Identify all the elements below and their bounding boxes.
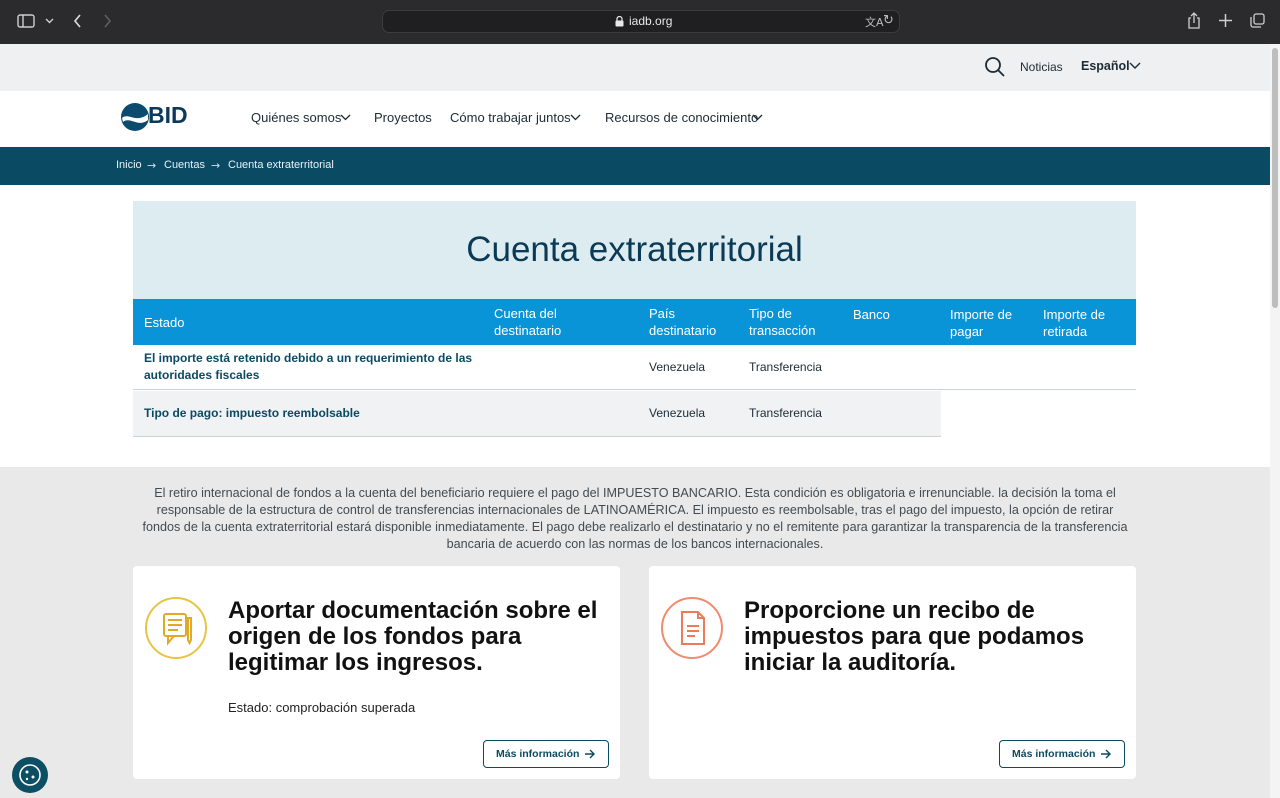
share-icon[interactable] (1187, 12, 1201, 29)
chevron-down-icon[interactable] (1129, 60, 1141, 70)
utility-bar: Noticias Español (0, 44, 1270, 91)
reload-icon[interactable]: ↻ (883, 13, 894, 28)
header-tipo: Tipo de transacción (749, 306, 816, 338)
news-link[interactable]: Noticias (1020, 60, 1063, 74)
sidebar-toggle-icon[interactable] (17, 14, 35, 28)
header-importe-retirada: Importe de retirada (1043, 307, 1106, 339)
forward-icon[interactable] (103, 14, 112, 28)
row-estado: El importe está retenido debido a un req… (144, 351, 473, 382)
header-estado: Estado (144, 315, 185, 330)
nav-item-como-trabajar[interactable]: Cómo trabajar juntos (450, 110, 571, 125)
lock-icon (615, 16, 624, 27)
breadcrumb-item-cuentas[interactable]: Cuentas (164, 159, 205, 171)
more-info-button[interactable]: Más información (999, 740, 1125, 768)
arrow-right-icon (585, 749, 595, 759)
table-header: Estado Cuenta del destinatario País dest… (133, 299, 1136, 345)
card-tax-receipt: Proporcione un recibo de impuestos para … (649, 566, 1136, 779)
tabs-overview-icon[interactable] (1250, 13, 1265, 28)
browser-toolbar: iadb.org 文A ↻ (0, 0, 1280, 44)
document-pen-icon (145, 597, 207, 659)
chevron-down-icon[interactable] (752, 113, 763, 121)
notice-text: El retiro internacional de fondos a la c… (142, 486, 1128, 551)
cookie-settings-button[interactable] (12, 757, 48, 793)
arrow-right-icon: → (211, 159, 221, 172)
chevron-down-icon[interactable] (340, 113, 351, 121)
nav-item-quienes-somos[interactable]: Quiénes somos (251, 110, 341, 125)
header-cuenta: Cuenta del destinatario (494, 306, 562, 338)
card-title: Proporcione un recibo de impuestos para … (744, 597, 1085, 676)
bid-logo[interactable] (120, 102, 150, 132)
row-estado: Tipo de pago: impuesto reembolsable (144, 406, 360, 420)
nav-item-proyectos[interactable]: Proyectos (374, 110, 432, 125)
main-nav: BID Quiénes somos Proyectos Cómo trabaja… (0, 91, 1270, 147)
url-text: iadb.org (629, 14, 673, 28)
header-banco: Banco (853, 307, 890, 322)
address-bar[interactable]: iadb.org 文A ↻ (382, 10, 900, 33)
more-info-label: Más información (496, 748, 580, 760)
breadcrumb-item-current: Cuenta extraterritorial (228, 159, 334, 171)
language-selector[interactable]: Español (1081, 59, 1130, 73)
new-tab-icon[interactable] (1219, 14, 1232, 27)
arrow-right-icon (1101, 749, 1111, 759)
card-status: Estado: comprobación superada (228, 700, 416, 715)
header-pais: País destinatario (649, 306, 717, 338)
search-icon[interactable] (984, 56, 1006, 78)
breadcrumb: Inicio → Cuentas → Cuenta extraterritori… (0, 147, 1270, 185)
arrow-right-icon: → (147, 159, 157, 172)
nav-item-recursos[interactable]: Recursos de conocimiento (605, 110, 758, 125)
row-tipo: Transferencia (749, 360, 822, 374)
header-importe-pagar: Importe de pagar (950, 307, 1013, 339)
card-documentation: Aportar documentación sobre el origen de… (133, 566, 620, 779)
back-icon[interactable] (73, 14, 82, 28)
table-row: Tipo de pago: impuesto reembolsable Vene… (133, 391, 941, 437)
row-pais: Venezuela (649, 360, 706, 374)
chevron-down-icon[interactable] (45, 18, 54, 24)
chevron-down-icon[interactable] (570, 113, 581, 121)
card-title: Aportar documentación sobre el origen de… (228, 597, 598, 676)
scrollbar-thumb[interactable] (1272, 48, 1278, 308)
translate-icon[interactable]: 文A (865, 14, 884, 30)
row-pais: Venezuela (649, 406, 706, 420)
page-title: Cuenta extraterritorial (466, 230, 803, 269)
table-row: El importe está retenido debido a un req… (133, 345, 1136, 390)
receipt-icon (661, 597, 723, 659)
cookie-icon (19, 764, 41, 786)
logo-text[interactable]: BID (148, 102, 188, 129)
more-info-label: Más información (1012, 748, 1096, 760)
row-tipo: Transferencia (749, 406, 822, 420)
more-info-button[interactable]: Más información (483, 740, 609, 768)
breadcrumb-item-inicio[interactable]: Inicio (116, 159, 142, 171)
